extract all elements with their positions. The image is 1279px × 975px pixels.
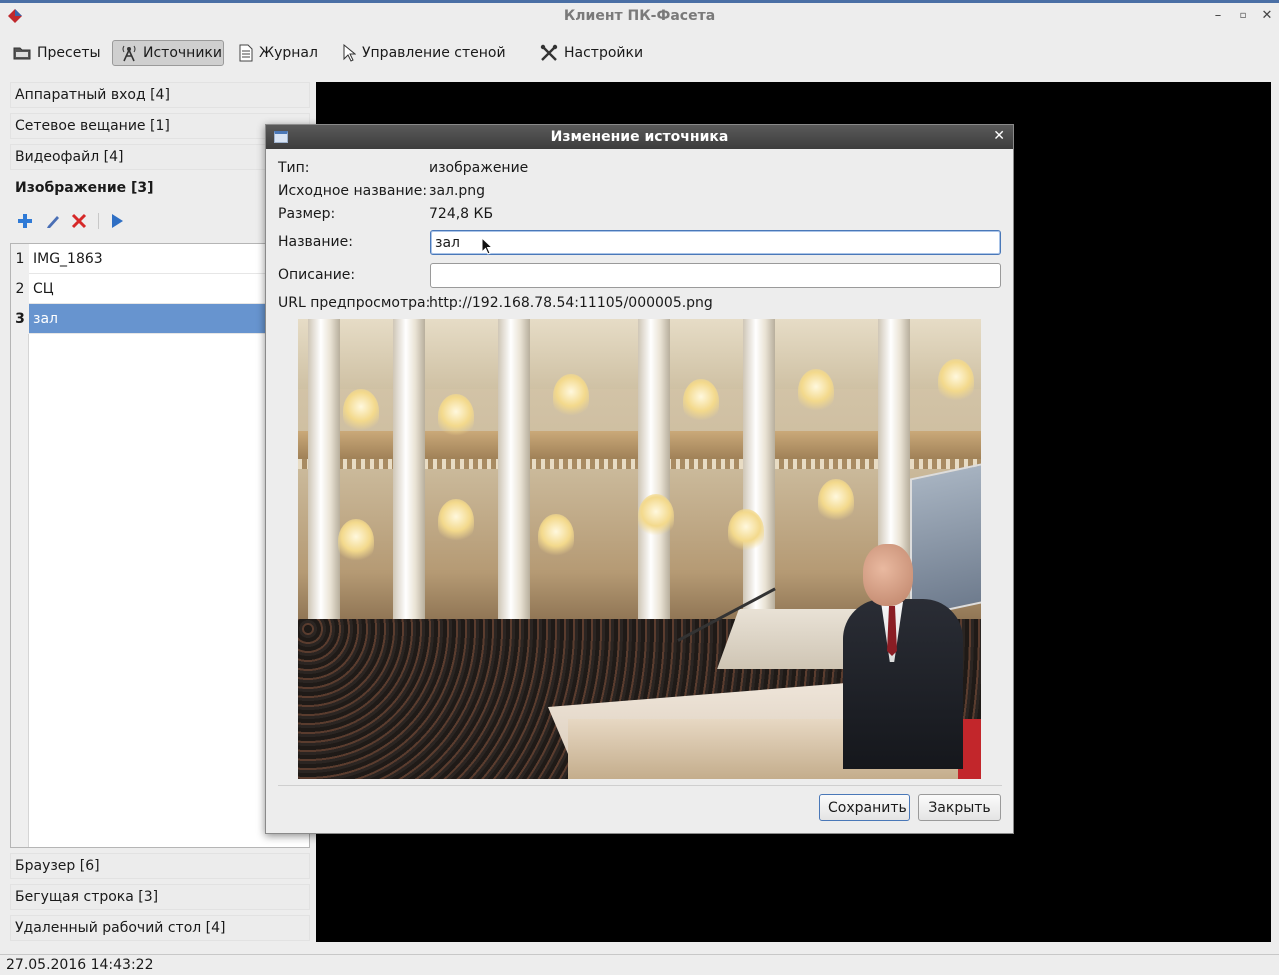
- dialog-close-icon[interactable]: ✕: [993, 128, 1005, 144]
- mouse-cursor-icon: [481, 237, 493, 255]
- window-title: Клиент ПК-Фасета: [563, 8, 716, 24]
- tools-icon: [540, 44, 558, 61]
- delete-icon[interactable]: [70, 212, 88, 230]
- type-label: Тип:: [278, 160, 310, 176]
- preview-url-value: http://192.168.78.54:11105/000005.png: [429, 295, 713, 311]
- tab-wall-control-label: Управление стеной: [362, 45, 506, 61]
- row-number: 1: [11, 244, 29, 274]
- toolbar-divider: [98, 213, 99, 229]
- edit-icon[interactable]: [44, 212, 62, 230]
- original-name-label: Исходное название:: [278, 183, 428, 199]
- tab-settings[interactable]: Настройки: [531, 40, 652, 66]
- tab-presets[interactable]: Пресеты: [4, 40, 110, 66]
- size-value: 724,8 КБ: [429, 206, 494, 222]
- save-button[interactable]: Сохранить: [819, 794, 910, 821]
- category-browser[interactable]: Браузер [6]: [10, 853, 310, 879]
- maximize-icon[interactable]: ▫: [1234, 7, 1252, 25]
- close-button[interactable]: Закрыть: [918, 794, 1001, 821]
- tab-journal[interactable]: Журнал: [230, 40, 327, 66]
- pointer-icon: [343, 44, 356, 62]
- type-value: изображение: [429, 160, 529, 176]
- tab-presets-label: Пресеты: [37, 45, 101, 61]
- row-number: 3: [11, 304, 29, 334]
- preview-url-label: URL предпросмотра:: [278, 295, 431, 311]
- original-name-value: зал.png: [429, 183, 486, 199]
- category-ticker[interactable]: Бегущая строка [3]: [10, 884, 310, 910]
- document-icon: [239, 44, 253, 62]
- tab-sources-label: Источники: [143, 45, 222, 61]
- description-input[interactable]: [430, 263, 1001, 288]
- category-hardware-input[interactable]: Аппаратный вход [4]: [10, 82, 310, 108]
- dialog-titlebar[interactable]: Изменение источника ✕: [266, 125, 1013, 149]
- tab-settings-label: Настройки: [564, 45, 644, 61]
- category-remote-desktop[interactable]: Удаленный рабочий стол [4]: [10, 915, 310, 941]
- image-preview: [298, 319, 981, 779]
- row-number: 2: [11, 274, 29, 304]
- minimize-icon[interactable]: –: [1209, 7, 1227, 25]
- tab-wall-control[interactable]: Управление стеной: [333, 40, 515, 66]
- main-toolbar: Пресеты Источники Журнал Управление стен…: [0, 32, 1279, 76]
- status-datetime: 27.05.2016 14:43:22: [6, 957, 154, 973]
- add-icon[interactable]: [16, 212, 34, 230]
- status-bar: 27.05.2016 14:43:22: [0, 954, 1279, 975]
- description-label: Описание:: [278, 267, 356, 283]
- name-label: Название:: [278, 234, 353, 250]
- window-titlebar: Клиент ПК-Фасета – ▫ ✕: [0, 0, 1279, 32]
- dialog-divider: [278, 785, 1002, 786]
- name-input[interactable]: [430, 230, 1001, 255]
- folder-icon: [13, 47, 31, 60]
- edit-source-dialog: Изменение источника ✕ Тип: изображение И…: [265, 124, 1014, 834]
- size-label: Размер:: [278, 206, 336, 222]
- dialog-title: Изменение источника: [550, 129, 729, 145]
- close-window-icon[interactable]: ✕: [1258, 7, 1276, 25]
- tab-journal-label: Журнал: [259, 45, 318, 61]
- antenna-icon: [122, 45, 136, 62]
- play-icon[interactable]: [108, 212, 126, 230]
- tab-sources[interactable]: Источники: [112, 40, 224, 66]
